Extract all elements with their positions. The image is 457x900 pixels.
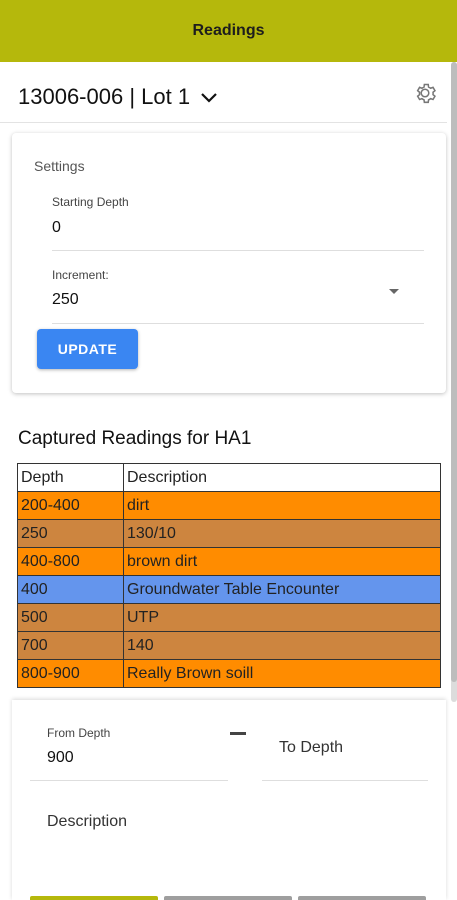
column-header-description: Description	[123, 463, 441, 492]
project-header: 13006-006 | Lot 1	[0, 62, 447, 123]
depth-cell: 400	[17, 575, 124, 604]
update-button[interactable]: UPDATE	[37, 329, 138, 369]
increment-label: Increment:	[52, 268, 109, 282]
increment-underline	[52, 323, 424, 324]
readings-title: Captured Readings for HA1	[18, 428, 252, 449]
table-header-row: Depth Description	[17, 463, 441, 492]
table-row[interactable]: 400 Groundwater Table Encounter	[17, 575, 441, 604]
description-cell: Really Brown soill	[123, 659, 441, 688]
secondary-button-edge[interactable]	[164, 896, 292, 900]
app-title: Readings	[192, 22, 265, 39]
readings-table: Depth Description 200-400 dirt 250 130/10 40…	[17, 463, 441, 688]
save-button-edge[interactable]	[30, 896, 158, 900]
table-row[interactable]: 250 130/10	[17, 519, 441, 548]
depth-cell: 500	[17, 603, 124, 632]
project-name: 13006-006 | Lot 1	[18, 84, 191, 109]
table-row[interactable]: 400-800 brown dirt	[17, 547, 441, 576]
range-dash	[230, 732, 246, 735]
from-depth-label: From Depth	[47, 726, 111, 740]
description-cell: UTP	[123, 603, 441, 632]
depth-cell: 700	[17, 631, 124, 660]
increment-select[interactable]: 250	[52, 291, 79, 309]
starting-depth-input[interactable]: 0	[52, 219, 61, 237]
settings-card: Settings Starting Depth 0 Increment: 250…	[12, 133, 446, 393]
depth-cell: 800-900	[17, 659, 124, 688]
project-selector[interactable]: 13006-006 | Lot 1	[18, 84, 218, 110]
scrollbar-thumb[interactable]	[451, 62, 457, 682]
description-cell: 140	[123, 631, 441, 660]
starting-depth-underline	[52, 250, 424, 251]
table-row[interactable]: 200-400 dirt	[17, 491, 441, 520]
new-reading-form: From Depth 900 To Depth Description	[12, 700, 446, 900]
description-cell: brown dirt	[123, 547, 441, 576]
starting-depth-label: Starting Depth	[52, 195, 129, 209]
chevron-down-icon[interactable]	[200, 84, 218, 110]
to-depth-input[interactable]: To Depth	[279, 739, 343, 757]
description-cell: Groundwater Table Encounter	[123, 575, 441, 604]
description-input[interactable]: Description	[47, 813, 127, 831]
dropdown-arrow-icon[interactable]	[389, 289, 399, 294]
table-row[interactable]: 700 140	[17, 631, 441, 660]
depth-cell: 400-800	[17, 547, 124, 576]
description-cell: dirt	[123, 491, 441, 520]
description-cell: 130/10	[123, 519, 441, 548]
depth-cell: 250	[17, 519, 124, 548]
to-depth-underline	[262, 780, 428, 781]
settings-title: Settings	[34, 158, 85, 174]
gear-icon[interactable]	[412, 80, 438, 106]
from-depth-underline	[30, 780, 228, 781]
table-row[interactable]: 800-900 Really Brown soill	[17, 659, 441, 688]
depth-cell: 200-400	[17, 491, 124, 520]
column-header-depth: Depth	[17, 463, 124, 492]
from-depth-input[interactable]: 900	[47, 749, 74, 767]
tertiary-button-edge[interactable]	[298, 896, 426, 900]
app-bar: Readings	[0, 0, 457, 62]
table-row[interactable]: 500 UTP	[17, 603, 441, 632]
